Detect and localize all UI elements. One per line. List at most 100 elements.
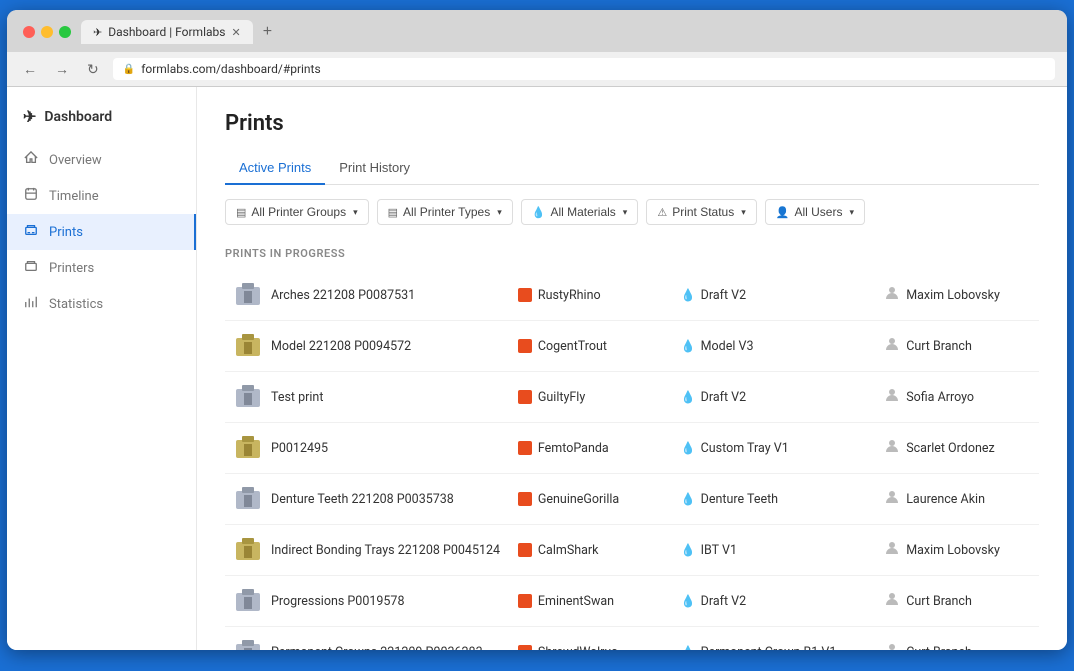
- material-name: Draft V2: [701, 288, 747, 303]
- sidebar-item-statistics[interactable]: Statistics: [7, 286, 196, 322]
- user-name: Maxim Lobovsky: [906, 543, 1000, 558]
- table-row: Test print GuiltyFly 💧 Draft V2: [225, 372, 1039, 423]
- user-cell: Curt Branch: [884, 591, 1031, 611]
- print-name: Progressions P0019578: [271, 594, 404, 609]
- filter-icon: 👤: [776, 206, 790, 219]
- printer-name: GuiltyFly: [538, 390, 585, 405]
- material-icon: 💧: [681, 492, 696, 506]
- new-tab-button[interactable]: +: [257, 21, 278, 43]
- material-icon: 💧: [681, 339, 696, 353]
- sidebar-item-label: Overview: [49, 153, 102, 168]
- printer-color: [518, 594, 532, 608]
- table-row: Denture Teeth 221208 P0035738 GenuineGor…: [225, 474, 1039, 525]
- sidebar: ✈ Dashboard Overview Timeline Prints Pri…: [7, 87, 197, 650]
- dropdown-icon: ▾: [741, 207, 746, 218]
- dropdown-icon: ▾: [623, 207, 628, 218]
- printer-name-cell: CogentTrout: [518, 339, 665, 354]
- close-button[interactable]: [23, 26, 35, 38]
- minimize-button[interactable]: [41, 26, 53, 38]
- material-cell: 💧 Custom Tray V1: [681, 441, 869, 456]
- printer-thumbnail: [233, 331, 263, 361]
- user-name: Laurence Akin: [906, 492, 985, 507]
- filter-label: All Printer Types: [403, 205, 490, 219]
- print-name-cell: Denture Teeth 221208 P0035738: [233, 484, 502, 514]
- filter-printer-types[interactable]: ▤All Printer Types▾: [377, 199, 513, 225]
- filter-print-status[interactable]: ⚠ Print Status ▾: [646, 199, 756, 225]
- printer-name-cell: FemtoPanda: [518, 441, 665, 456]
- printer-name: ShrewdWalrus: [538, 645, 618, 651]
- filter-all-users[interactable]: 👤All Users▾: [765, 199, 865, 225]
- printer-thumbnail: [233, 382, 263, 412]
- print-name-cell: Arches 221208 P0087531: [233, 280, 502, 310]
- timeline-icon: [23, 187, 39, 205]
- printer-color: [518, 339, 532, 353]
- sidebar-item-label: Printers: [49, 261, 94, 276]
- prints-icon: [23, 223, 39, 241]
- filter-icon: ⚠: [657, 206, 667, 219]
- printer-thumbnail: [233, 433, 263, 463]
- printer-name-cell: CalmShark: [518, 543, 665, 558]
- user-cell: Maxim Lobovsky: [884, 285, 1031, 305]
- printer-name: GenuineGorilla: [538, 492, 619, 507]
- tab-close-button[interactable]: ✕: [231, 26, 240, 39]
- print-name: Arches 221208 P0087531: [271, 288, 415, 303]
- overview-icon: [23, 151, 39, 169]
- sidebar-item-label: Statistics: [49, 297, 103, 312]
- material-name: Model V3: [701, 339, 754, 354]
- sidebar-item-prints[interactable]: Prints: [7, 214, 196, 250]
- table-row: Arches 221208 P0087531 RustyRhino 💧 Draf…: [225, 270, 1039, 321]
- material-cell: 💧 Draft V2: [681, 288, 869, 303]
- tabs-row: Active Prints Print History: [225, 152, 1039, 185]
- refresh-button[interactable]: ↻: [83, 59, 103, 80]
- print-name-cell: Indirect Bonding Trays 221208 P0045124: [233, 535, 502, 565]
- print-name: Permanent Crowns 221209 P0036283: [271, 645, 483, 651]
- material-name: Draft V2: [701, 390, 747, 405]
- printer-color: [518, 390, 532, 404]
- printer-name-cell: GuiltyFly: [518, 390, 665, 405]
- maximize-button[interactable]: [59, 26, 71, 38]
- tab-print-history[interactable]: Print History: [325, 152, 424, 185]
- printer-name: FemtoPanda: [538, 441, 609, 456]
- user-avatar: [884, 336, 900, 356]
- user-name: Curt Branch: [906, 645, 972, 651]
- brand-icon: ✈: [23, 107, 36, 126]
- table-row: Permanent Crowns 221209 P0036283 ShrewdW…: [225, 627, 1039, 651]
- filter-label: Print Status: [672, 205, 734, 219]
- browser-tab[interactable]: ✈ Dashboard | Formlabs ✕: [81, 20, 253, 44]
- material-icon: 💧: [681, 645, 696, 650]
- back-button[interactable]: ←: [19, 59, 41, 79]
- material-cell: 💧 Model V3: [681, 339, 869, 354]
- user-name: Scarlet Ordonez: [906, 441, 995, 456]
- printer-color: [518, 645, 532, 650]
- printer-color: [518, 288, 532, 302]
- forward-button[interactable]: →: [51, 59, 73, 79]
- filter-icon: 💧: [532, 206, 546, 219]
- printer-name-cell: ShrewdWalrus: [518, 645, 665, 651]
- user-name: Curt Branch: [906, 339, 972, 354]
- filter-printer-groups[interactable]: ▤All Printer Groups▾: [225, 199, 369, 225]
- sidebar-item-printers[interactable]: Printers: [7, 250, 196, 286]
- user-cell: Sofia Arroyo: [884, 387, 1031, 407]
- printer-name-cell: GenuineGorilla: [518, 492, 665, 507]
- filter-materials[interactable]: 💧All Materials▾: [521, 199, 639, 225]
- filter-icon: ▤: [236, 206, 246, 219]
- address-bar[interactable]: 🔒 formlabs.com/dashboard/#prints: [113, 58, 1055, 80]
- print-name-cell: Test print: [233, 382, 502, 412]
- print-name: Denture Teeth 221208 P0035738: [271, 492, 454, 507]
- material-name: Draft V2: [701, 594, 747, 609]
- table-row: Model 221208 P0094572 CogentTrout 💧 Mode…: [225, 321, 1039, 372]
- user-name: Maxim Lobovsky: [906, 288, 1000, 303]
- printer-thumbnail: [233, 535, 263, 565]
- sidebar-item-overview[interactable]: Overview: [7, 142, 196, 178]
- sidebar-item-timeline[interactable]: Timeline: [7, 178, 196, 214]
- user-cell: Curt Branch: [884, 336, 1031, 356]
- material-icon: 💧: [681, 441, 696, 455]
- print-name-cell: Progressions P0019578: [233, 586, 502, 616]
- printer-name: RustyRhino: [538, 288, 601, 303]
- printer-color: [518, 492, 532, 506]
- print-name-cell: Permanent Crowns 221209 P0036283: [233, 637, 502, 650]
- main-content: Prints Active Prints Print History ▤All …: [197, 87, 1067, 650]
- material-name: IBT V1: [701, 543, 737, 558]
- tab-active-prints[interactable]: Active Prints: [225, 152, 325, 185]
- tab-favicon: ✈: [93, 26, 102, 39]
